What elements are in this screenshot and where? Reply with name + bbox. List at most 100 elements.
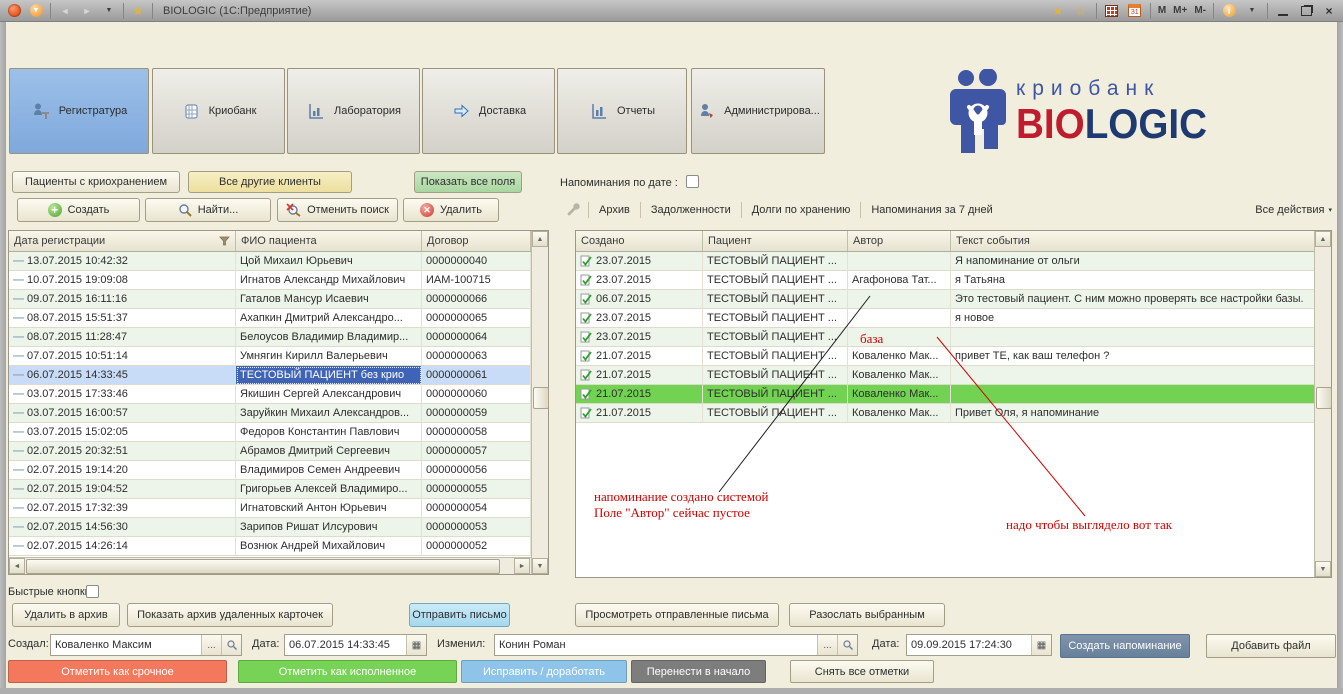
- patient-row[interactable]: —03.07.2015 15:02:05Федоров Константин П…: [9, 423, 531, 442]
- patient-row[interactable]: —06.07.2015 14:33:45ТЕСТОВЫЙ ПАЦИЕНТ без…: [9, 366, 531, 385]
- cancel-search-button[interactable]: Отменить поиск: [277, 198, 398, 222]
- patient-row[interactable]: —03.07.2015 17:33:46Якишин Сергей Алекса…: [9, 385, 531, 404]
- info-dropdown-icon[interactable]: ▼: [1244, 3, 1260, 19]
- scroll-right-icon[interactable]: ►: [514, 558, 530, 574]
- mark-done-button[interactable]: Отметить как исполненное: [238, 660, 457, 683]
- show-all-fields-button[interactable]: Показать все поля: [414, 171, 522, 193]
- reminder-row[interactable]: 23.07.2015ТЕСТОВЫЙ ПАЦИЕНТ ...я новое: [576, 309, 1316, 328]
- column-header-fio[interactable]: ФИО пациента: [236, 231, 422, 251]
- calculator-icon[interactable]: [1104, 3, 1120, 19]
- reminder-row[interactable]: 21.07.2015ТЕСТОВЫЙ ПАЦИЕНТ ...Коваленко …: [576, 366, 1316, 385]
- patients-horizontal-scrollbar[interactable]: ◄ ►: [9, 557, 531, 574]
- reminder-row[interactable]: 21.07.2015ТЕСТОВЫЙ ПАЦИЕНТ ...Коваленко …: [576, 347, 1316, 366]
- tab-laboratoriya[interactable]: Лаборатория: [287, 68, 420, 154]
- patient-row[interactable]: —07.07.2015 10:51:14Умнягин Кирилл Валер…: [9, 347, 531, 366]
- filter-funnel-icon[interactable]: [219, 236, 230, 246]
- fix-rework-button[interactable]: Исправить / доработать: [461, 660, 627, 683]
- tab-dostavka[interactable]: Доставка: [422, 68, 555, 154]
- add-favorite-icon[interactable]: ★: [1050, 3, 1066, 19]
- scroll-left-icon[interactable]: ◄: [9, 558, 25, 574]
- reminder-row[interactable]: 21.07.2015ТЕСТОВЫЙ ПАЦИЕНТ ...Коваленко …: [576, 385, 1316, 404]
- reminder-row[interactable]: 23.07.2015ТЕСТОВЫЙ ПАЦИЕНТ ...Я напомина…: [576, 252, 1316, 271]
- all-actions-button[interactable]: Все действия ▾: [1255, 204, 1332, 216]
- delete-to-archive-button[interactable]: Удалить в архив: [12, 603, 120, 627]
- calendar-icon[interactable]: 31: [1127, 3, 1143, 19]
- open-favorites-icon[interactable]: ☆: [1073, 3, 1089, 19]
- delete-button[interactable]: ✕ Удалить: [403, 198, 499, 222]
- clear-marks-button[interactable]: Снять все отметки: [790, 660, 934, 683]
- scroll-down-icon[interactable]: ▼: [532, 558, 548, 574]
- move-to-start-button[interactable]: Перенести в начало: [631, 660, 766, 683]
- scroll-thumb[interactable]: [1316, 387, 1332, 409]
- toolbar-item[interactable]: Долги по хранению: [749, 204, 854, 216]
- scroll-thumb[interactable]: [26, 559, 500, 574]
- memory-mplus-button[interactable]: M+: [1173, 5, 1187, 16]
- wrench-icon[interactable]: [565, 202, 581, 218]
- toolbar-item[interactable]: Напоминания за 7 дней: [868, 204, 995, 216]
- history-dropdown-icon[interactable]: ▼: [101, 3, 117, 19]
- reminder-row[interactable]: 23.07.2015ТЕСТОВЫЙ ПАЦИЕНТ ...: [576, 328, 1316, 347]
- toolbar-item[interactable]: Архив: [596, 204, 633, 216]
- back-icon[interactable]: ◄: [57, 3, 73, 19]
- patient-row[interactable]: —02.07.2015 19:04:52Григорьев Алексей Вл…: [9, 480, 531, 499]
- reminder-row[interactable]: 23.07.2015ТЕСТОВЫЙ ПАЦИЕНТ ...Агафонова …: [576, 271, 1316, 290]
- patient-row[interactable]: —02.07.2015 17:32:39Игнатовский Антон Юр…: [9, 499, 531, 518]
- reminder-row[interactable]: 06.07.2015ТЕСТОВЫЙ ПАЦИЕНТ ...Это тестов…: [576, 290, 1316, 309]
- tab-administrirovanie[interactable]: Администрирова...: [691, 68, 825, 154]
- send-letter-button[interactable]: Отправить письмо: [409, 603, 510, 627]
- create-reminder-button[interactable]: Создать напоминание: [1060, 634, 1190, 658]
- column-header-created[interactable]: Создано: [576, 231, 703, 251]
- modified-by-field[interactable]: Конин Роман ...: [494, 634, 858, 656]
- column-header-dogovor[interactable]: Договор: [422, 231, 531, 251]
- reminders-vertical-scrollbar[interactable]: ▲ ▼: [1314, 231, 1331, 577]
- patient-row[interactable]: —03.07.2015 16:00:57Заруйкин Михаил Алек…: [9, 404, 531, 423]
- patient-row[interactable]: —08.07.2015 11:28:47Белоусов Владимир Вл…: [9, 328, 531, 347]
- ellipsis-button[interactable]: ...: [201, 635, 221, 655]
- minimize-button[interactable]: [1275, 3, 1291, 19]
- reminders-by-date-checkbox[interactable]: [686, 175, 699, 188]
- patient-row[interactable]: —02.07.2015 14:26:14Вознюк Андрей Михайл…: [9, 537, 531, 556]
- tab-kriobank[interactable]: Криобанк: [152, 68, 285, 154]
- patient-row[interactable]: —10.07.2015 19:09:08Игнатов Александр Ми…: [9, 271, 531, 290]
- mark-urgent-button[interactable]: Отметить как срочное: [8, 660, 227, 683]
- find-button[interactable]: Найти...: [145, 198, 271, 222]
- favorites-star-icon[interactable]: ★: [130, 3, 146, 19]
- created-by-field[interactable]: Коваленко Максим ...: [50, 634, 242, 656]
- scroll-up-icon[interactable]: ▲: [532, 231, 548, 247]
- column-header-author[interactable]: Автор: [848, 231, 951, 251]
- date-picker-icon[interactable]: ▦: [1031, 635, 1051, 655]
- memory-mminus-button[interactable]: M-: [1194, 5, 1206, 16]
- column-header-date[interactable]: Дата регистрации: [9, 231, 236, 251]
- toolbar-item[interactable]: Задолженности: [648, 204, 734, 216]
- date2-field[interactable]: 09.09.2015 17:24:30 ▦: [906, 634, 1052, 656]
- scroll-thumb[interactable]: [533, 387, 549, 409]
- column-header-patient[interactable]: Пациент: [703, 231, 848, 251]
- patient-row[interactable]: —02.07.2015 14:56:30Зарипов Ришат Илсуро…: [9, 518, 531, 537]
- main-menu-button[interactable]: ▼: [28, 3, 44, 19]
- patient-row[interactable]: —02.07.2015 20:32:51Абрамов Дмитрий Серг…: [9, 442, 531, 461]
- lookup-magnifier-icon[interactable]: [221, 635, 241, 655]
- patient-row[interactable]: —13.07.2015 10:42:32Цой Михаил Юрьевич00…: [9, 252, 531, 271]
- column-header-event-text[interactable]: Текст события: [951, 231, 1316, 251]
- add-file-button[interactable]: Добавить файл: [1206, 634, 1336, 658]
- lookup-magnifier-icon[interactable]: [837, 635, 857, 655]
- info-icon[interactable]: i: [1221, 3, 1237, 19]
- create-button[interactable]: + Создать: [17, 198, 140, 222]
- scroll-down-icon[interactable]: ▼: [1315, 561, 1331, 577]
- close-button[interactable]: ×: [1321, 3, 1337, 19]
- other-clients-filter-button[interactable]: Все другие клиенты: [188, 171, 352, 193]
- forward-icon[interactable]: ►: [79, 3, 95, 19]
- patients-cryo-filter-button[interactable]: Пациенты с криохранением: [12, 171, 180, 193]
- show-archive-button[interactable]: Показать архив удаленных карточек: [127, 603, 333, 627]
- patient-row[interactable]: —08.07.2015 15:51:37Ахапкин Дмитрий Алек…: [9, 309, 531, 328]
- date1-field[interactable]: 06.07.2015 14:33:45 ▦: [284, 634, 427, 656]
- ellipsis-button[interactable]: ...: [817, 635, 837, 655]
- patients-vertical-scrollbar[interactable]: ▲ ▼: [531, 231, 548, 574]
- restore-button[interactable]: [1298, 3, 1314, 19]
- patient-row[interactable]: —02.07.2015 19:14:20Владимиров Семен Анд…: [9, 461, 531, 480]
- tab-otchety[interactable]: Отчеты: [557, 68, 687, 154]
- tab-registratura[interactable]: Регистратура: [9, 68, 149, 154]
- send-to-selected-button[interactable]: Разослать выбранным: [789, 603, 945, 627]
- scroll-up-icon[interactable]: ▲: [1315, 231, 1331, 247]
- quick-buttons-checkbox[interactable]: [86, 585, 99, 598]
